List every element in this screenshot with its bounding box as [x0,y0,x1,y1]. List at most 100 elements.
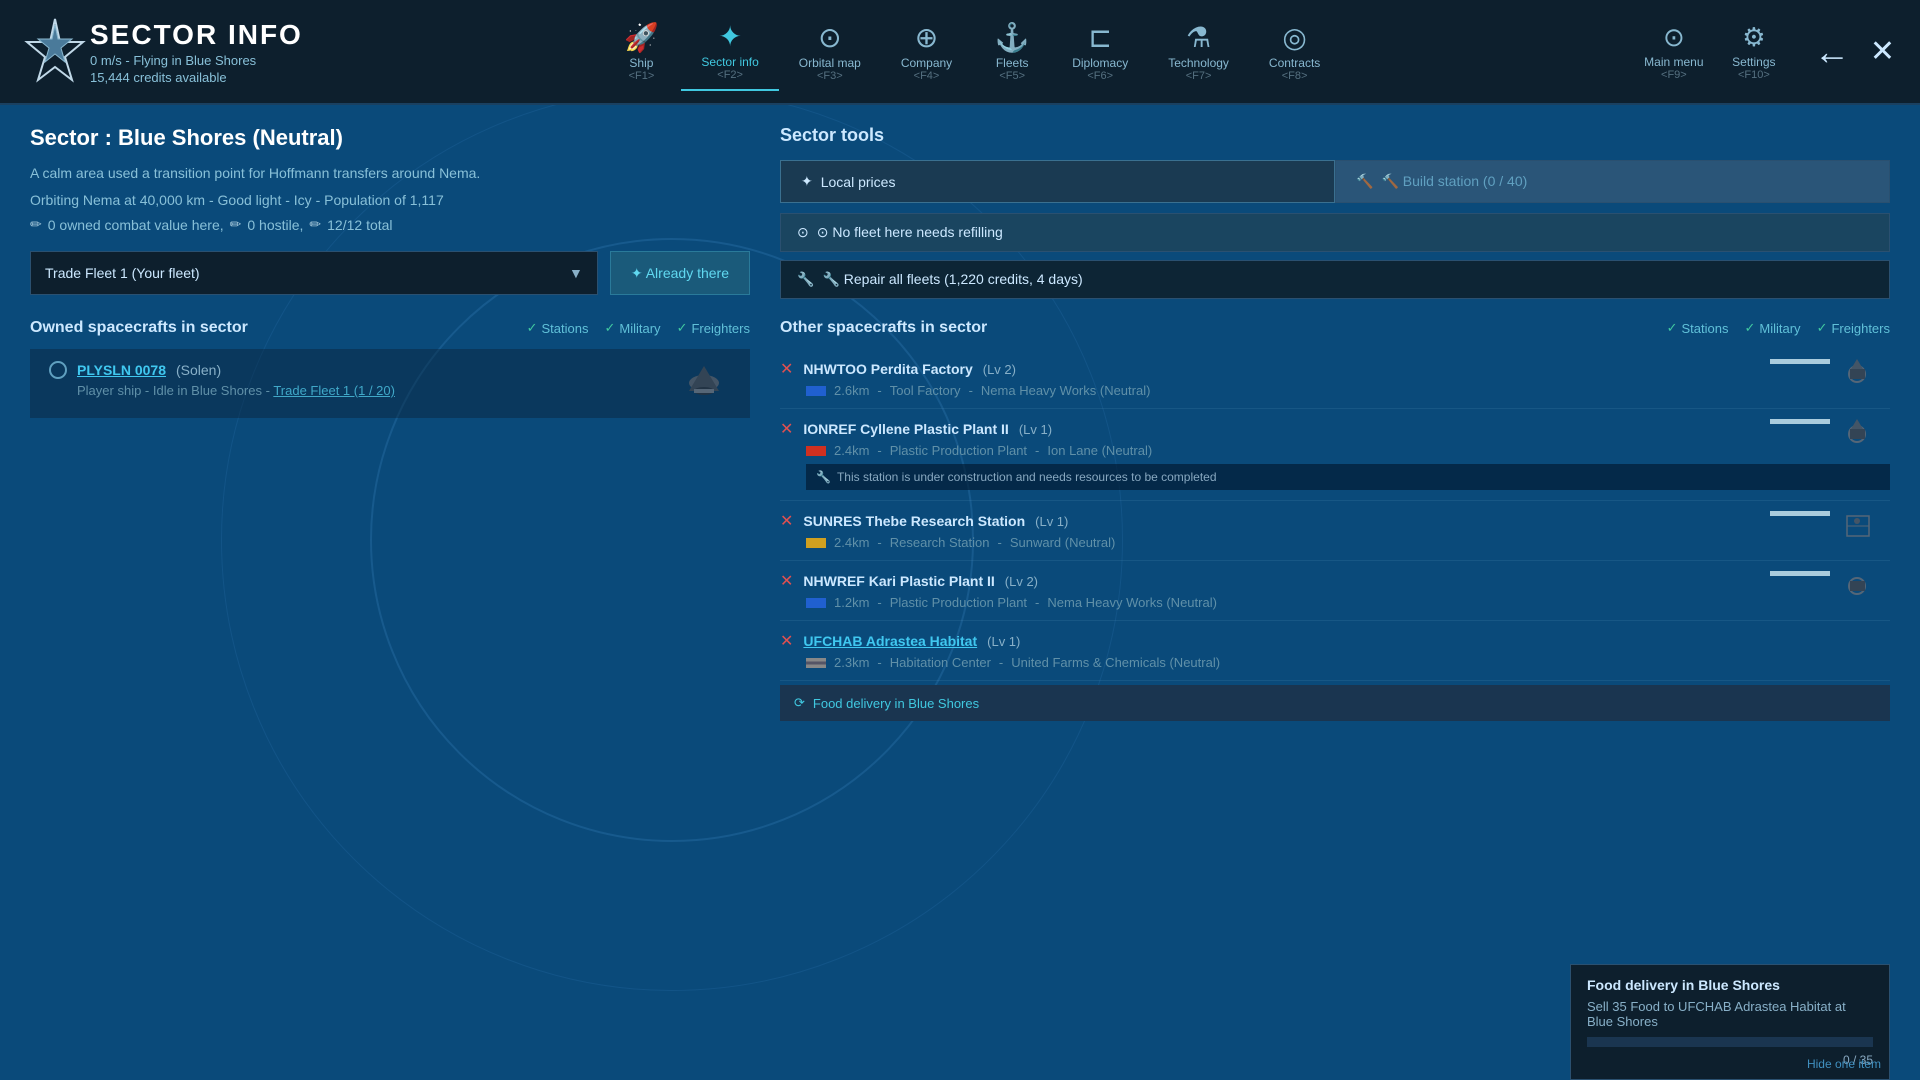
other-filter-freighters[interactable]: ✓ Freighters [1817,320,1890,336]
ufchab-flag [806,658,826,668]
contracts-icon: ◎ [1282,21,1306,54]
build-station-button[interactable]: 🔨 🔨 Build station (0 / 40) [1335,160,1890,203]
nhwref-name[interactable]: NHWREF Kari Plastic Plant II [803,573,994,589]
total-icon: ✏ [309,216,321,233]
other-spacecraft-ionref: ✕ IONREF Cyllene Plastic Plant II (Lv 1)… [780,409,1890,501]
nav-sector-info[interactable]: ✦ Sector info <F2> [681,12,778,91]
owned-spacecrafts-title: Owned spacecrafts in sector [30,319,248,337]
ufchab-info: 2.3km - Habitation Center - United Farms… [780,655,1890,670]
sector-orbit-info: Orbiting Nema at 40,000 km - Good light … [30,192,750,208]
nhwref-info: 1.2km - Plastic Production Plant - Nema … [780,595,1890,610]
owned-filter-row: ✓ Stations ✓ Military ✓ Freighters [527,320,750,336]
ship-icon: 🚀 [624,21,659,54]
nav-contracts[interactable]: ◎ Contracts <F8> [1249,13,1340,90]
repair-icon: 🔧 [797,271,814,288]
build-station-icon: 🔨 [1356,173,1373,190]
repair-fleets-button[interactable]: 🔧 🔧 Repair all fleets (1,220 credits, 4 … [780,260,1890,299]
freighters-check-icon: ✓ [677,320,688,336]
nav-ship[interactable]: 🚀 Ship <F1> [601,13,681,90]
nhwref-status-icon: ✕ [780,571,793,591]
nhwtoo-flag [806,386,826,396]
credits-status: 15,444 credits available [90,70,303,85]
nhwtoo-level: (Lv 2) [983,362,1016,377]
fleet-dropdown[interactable]: Trade Fleet 1 (Your fleet) ▼ [30,251,598,295]
nhwtoo-faction: Nema Heavy Works (Neutral) [981,383,1151,398]
ionref-status-icon: ✕ [780,419,793,439]
no-fleet-refill-button[interactable]: ⊙ ⊙ No fleet here needs refilling [780,213,1890,252]
other-spacecraft-ufchab: ✕ UFCHAB Adrastea Habitat (Lv 1) 2.3km -… [780,621,1890,681]
ufchab-distance: 2.3km [834,655,869,670]
dropdown-arrow-icon: ▼ [569,265,583,281]
nav-fleets[interactable]: ⚓ Fleets <F5> [972,13,1052,90]
other-stations-check: ✓ [1667,320,1678,336]
ufchab-status-icon: ✕ [780,631,793,651]
local-prices-button[interactable]: ✦ Local prices [780,160,1335,203]
spacecraft-name[interactable]: PLYSLN 0078 [77,362,166,378]
filter-stations[interactable]: ✓ Stations [527,320,589,336]
nhwref-thumbnail [1835,566,1880,606]
main-content: Sector : Blue Shores (Neutral) A calm ar… [0,105,1920,1080]
orbital-map-icon: ⊙ [818,21,841,54]
ufchab-type: Habitation Center [890,655,991,670]
filter-freighters[interactable]: ✓ Freighters [677,320,750,336]
stations-check-icon: ✓ [527,320,538,336]
nav-main-menu[interactable]: ⊙ Main menu <F9> [1639,22,1709,81]
other-spacecrafts-header: Other spacecrafts in sector ✓ Other spac… [780,319,1890,337]
nav-diplomacy[interactable]: ⊏ Diplomacy <F6> [1052,13,1148,90]
military-check-icon: ✓ [604,320,615,336]
settings-icon: ⚙ [1742,22,1765,53]
ionref-info: 2.4km - Plastic Production Plant - Ion L… [780,443,1890,458]
other-filter-stations[interactable]: ✓ Other spacecrafts in sector Stations [1667,320,1729,336]
spacecraft-fleet-link[interactable]: Trade Fleet 1 (1 / 20) [273,383,395,398]
nhwtoo-status-icon: ✕ [780,359,793,379]
sunres-name[interactable]: SUNRES Thebe Research Station [803,513,1025,529]
other-spacecrafts-list: ✕ NHWTOO Perdita Factory (Lv 2) 2.6km - … [780,349,1890,779]
logo-text: SECTOR INFO 0 m/s - Flying in Blue Shore… [90,19,303,85]
fleet-selected-label: Trade Fleet 1 (Your fleet) [45,265,200,281]
construction-icon: 🔧 [816,470,831,484]
back-arrow-icon[interactable]: ← [1814,31,1850,73]
sunres-level: (Lv 1) [1035,514,1068,529]
spacecraft-status: Player ship - Idle in Blue Shores - Trad… [49,383,395,398]
nav-settings[interactable]: ⚙ Settings <F10> [1719,22,1789,81]
close-button[interactable]: ✕ [1870,34,1895,69]
sunres-faction: Sunward (Neutral) [1010,535,1116,550]
app-title: SECTOR INFO [90,19,303,51]
nhwref-faction: Nema Heavy Works (Neutral) [1047,595,1217,610]
ufchab-faction: United Farms & Chemicals (Neutral) [1011,655,1220,670]
technology-icon: ⚗ [1186,21,1211,54]
already-there-label: ✦ Already there [631,265,729,282]
food-delivery-row[interactable]: ⟳ Food delivery in Blue Shores [780,685,1890,721]
nav-orbital-map[interactable]: ⊙ Orbital map <F3> [779,13,881,90]
main-menu-icon: ⊙ [1663,22,1685,53]
nhwtoo-name[interactable]: NHWTOO Perdita Factory [803,361,972,377]
ionref-faction: Ion Lane (Neutral) [1047,443,1152,458]
filter-military[interactable]: ✓ Military [604,320,660,336]
sector-description: A calm area used a transition point for … [30,163,750,184]
ionref-distance-bar [1770,419,1830,424]
already-there-button[interactable]: ✦ Already there [610,251,750,295]
local-prices-label: Local prices [821,174,896,190]
nav-technology[interactable]: ⚗ Technology <F7> [1148,13,1249,90]
right-panel: Sector tools ✦ Local prices 🔨 🔨 Build st… [780,125,1890,1060]
owned-spacecraft-item: PLYSLN 0078 (Solen) Player ship - Idle i… [30,349,750,418]
ionref-type: Plastic Production Plant [890,443,1027,458]
nav-items: 🚀 Ship <F1> ✦ Sector info <F2> ⊙ Orbital… [303,12,1639,91]
sector-stats: ✏ 0 owned combat value here, ✏ 0 hostile… [30,216,750,233]
total-stat: 12/12 total [327,217,392,233]
ionref-name[interactable]: IONREF Cyllene Plastic Plant II [803,421,1008,437]
ionref-distance: 2.4km [834,443,869,458]
nhwtoo-type: Tool Factory [890,383,961,398]
other-spacecrafts-title: Other spacecrafts in sector [780,319,987,337]
spacecraft-faction: (Solen) [176,362,221,378]
freighters-filter-label: Freighters [691,321,750,336]
ionref-thumbnail [1835,414,1880,454]
other-filter-row: ✓ Other spacecrafts in sector Stations ✓… [1667,320,1890,336]
sector-title: Sector : Blue Shores (Neutral) [30,125,750,151]
nav-company[interactable]: ⊕ Company <F4> [881,13,972,90]
food-delivery-label: Food delivery in Blue Shores [813,696,979,711]
other-spacecrafts-section: Other spacecrafts in sector ✓ Other spac… [780,319,1890,779]
ufchab-name[interactable]: UFCHAB Adrastea Habitat [803,633,977,649]
sunres-flag [806,538,826,548]
other-filter-military[interactable]: ✓ Military [1744,320,1800,336]
